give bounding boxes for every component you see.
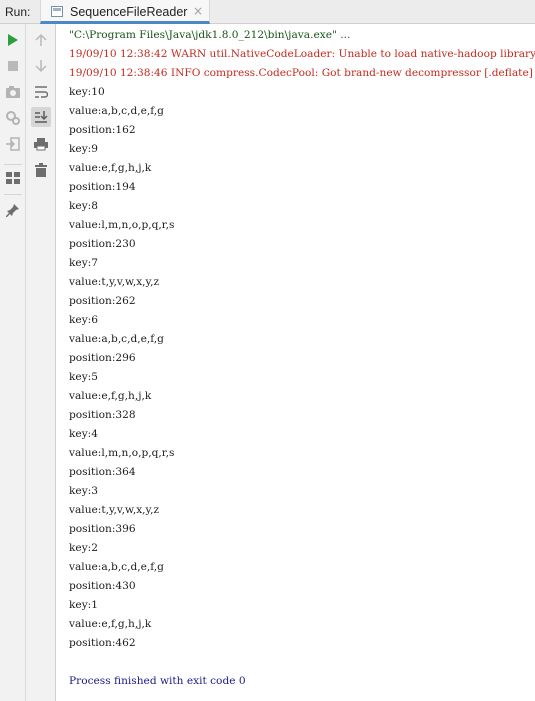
arrow-down-icon[interactable] bbox=[31, 56, 51, 76]
output-line: key:8 bbox=[69, 200, 98, 212]
output-line: position:194 bbox=[69, 181, 136, 193]
arrow-up-icon[interactable] bbox=[31, 30, 51, 50]
console-output[interactable]: "C:\Program Files\Java\jdk1.8.0_212\bin\… bbox=[56, 24, 535, 701]
trash-icon[interactable] bbox=[31, 160, 51, 180]
output-line: value:l,m,n,o,p,q,r,s bbox=[69, 447, 175, 459]
output-line: key:1 bbox=[69, 599, 98, 611]
tab-close-icon[interactable]: × bbox=[193, 4, 203, 18]
output-line: value:a,b,c,d,e,f,g bbox=[69, 105, 164, 117]
log-line-warn: 19/09/10 12:38:42 WARN util.NativeCodeLo… bbox=[69, 48, 535, 60]
run-icon[interactable] bbox=[3, 30, 23, 50]
toolbar-divider bbox=[4, 164, 22, 165]
output-line: position:430 bbox=[69, 580, 136, 592]
output-line: position:230 bbox=[69, 238, 136, 250]
layout-icon[interactable] bbox=[3, 168, 23, 188]
output-line: key:7 bbox=[69, 257, 98, 269]
output-line: value:e,f,g,h,j,k bbox=[69, 162, 152, 174]
output-line: key:5 bbox=[69, 371, 98, 383]
login-icon[interactable] bbox=[3, 134, 23, 154]
output-line: value:e,f,g,h,j,k bbox=[69, 390, 152, 402]
scroll-to-end-icon[interactable] bbox=[31, 107, 51, 127]
output-line: position:396 bbox=[69, 523, 136, 535]
output-line: value:t,y,v,w,x,y,z bbox=[69, 504, 160, 516]
console-toolbar bbox=[26, 24, 56, 701]
output-line: key:10 bbox=[69, 86, 105, 98]
left-action-toolbar bbox=[0, 24, 26, 701]
output-line: key:6 bbox=[69, 314, 98, 326]
output-line: value:a,b,c,d,e,f,g bbox=[69, 333, 164, 345]
output-line: key:4 bbox=[69, 428, 98, 440]
log-line-info: 19/09/10 12:38:46 INFO compress.CodecPoo… bbox=[69, 67, 533, 79]
tab-title: SequenceFileReader bbox=[70, 5, 188, 19]
output-line: position:296 bbox=[69, 352, 136, 364]
output-line: value:t,y,v,w,x,y,z bbox=[69, 276, 160, 288]
output-line: key:9 bbox=[69, 143, 98, 155]
output-line: position:364 bbox=[69, 466, 136, 478]
output-line: value:e,f,g,h,j,k bbox=[69, 618, 152, 630]
output-line: position:162 bbox=[69, 124, 136, 136]
output-line: position:328 bbox=[69, 409, 136, 421]
run-label: Run: bbox=[5, 5, 31, 19]
output-line: value:l,m,n,o,p,q,r,s bbox=[69, 219, 175, 231]
output-line: position:462 bbox=[69, 637, 136, 649]
command-line: "C:\Program Files\Java\jdk1.8.0_212\bin\… bbox=[69, 29, 351, 41]
output-line: key:3 bbox=[69, 485, 98, 497]
soft-wrap-icon[interactable] bbox=[31, 82, 51, 102]
output-line: position:262 bbox=[69, 295, 136, 307]
camera-icon[interactable] bbox=[3, 82, 23, 102]
run-config-icon bbox=[51, 6, 63, 17]
stop-icon[interactable] bbox=[3, 56, 23, 76]
toolbar-divider bbox=[4, 194, 22, 195]
run-toolbar-header: Run: SequenceFileReader × bbox=[0, 0, 535, 24]
pin-icon[interactable] bbox=[3, 200, 23, 220]
print-icon[interactable] bbox=[31, 134, 51, 154]
tab-sequencefilereader[interactable]: SequenceFileReader × bbox=[40, 0, 210, 24]
output-line: key:2 bbox=[69, 542, 98, 554]
process-finished-line: Process finished with exit code 0 bbox=[69, 675, 246, 687]
output-line: value:a,b,c,d,e,f,g bbox=[69, 561, 164, 573]
settings-icon[interactable] bbox=[3, 108, 23, 128]
